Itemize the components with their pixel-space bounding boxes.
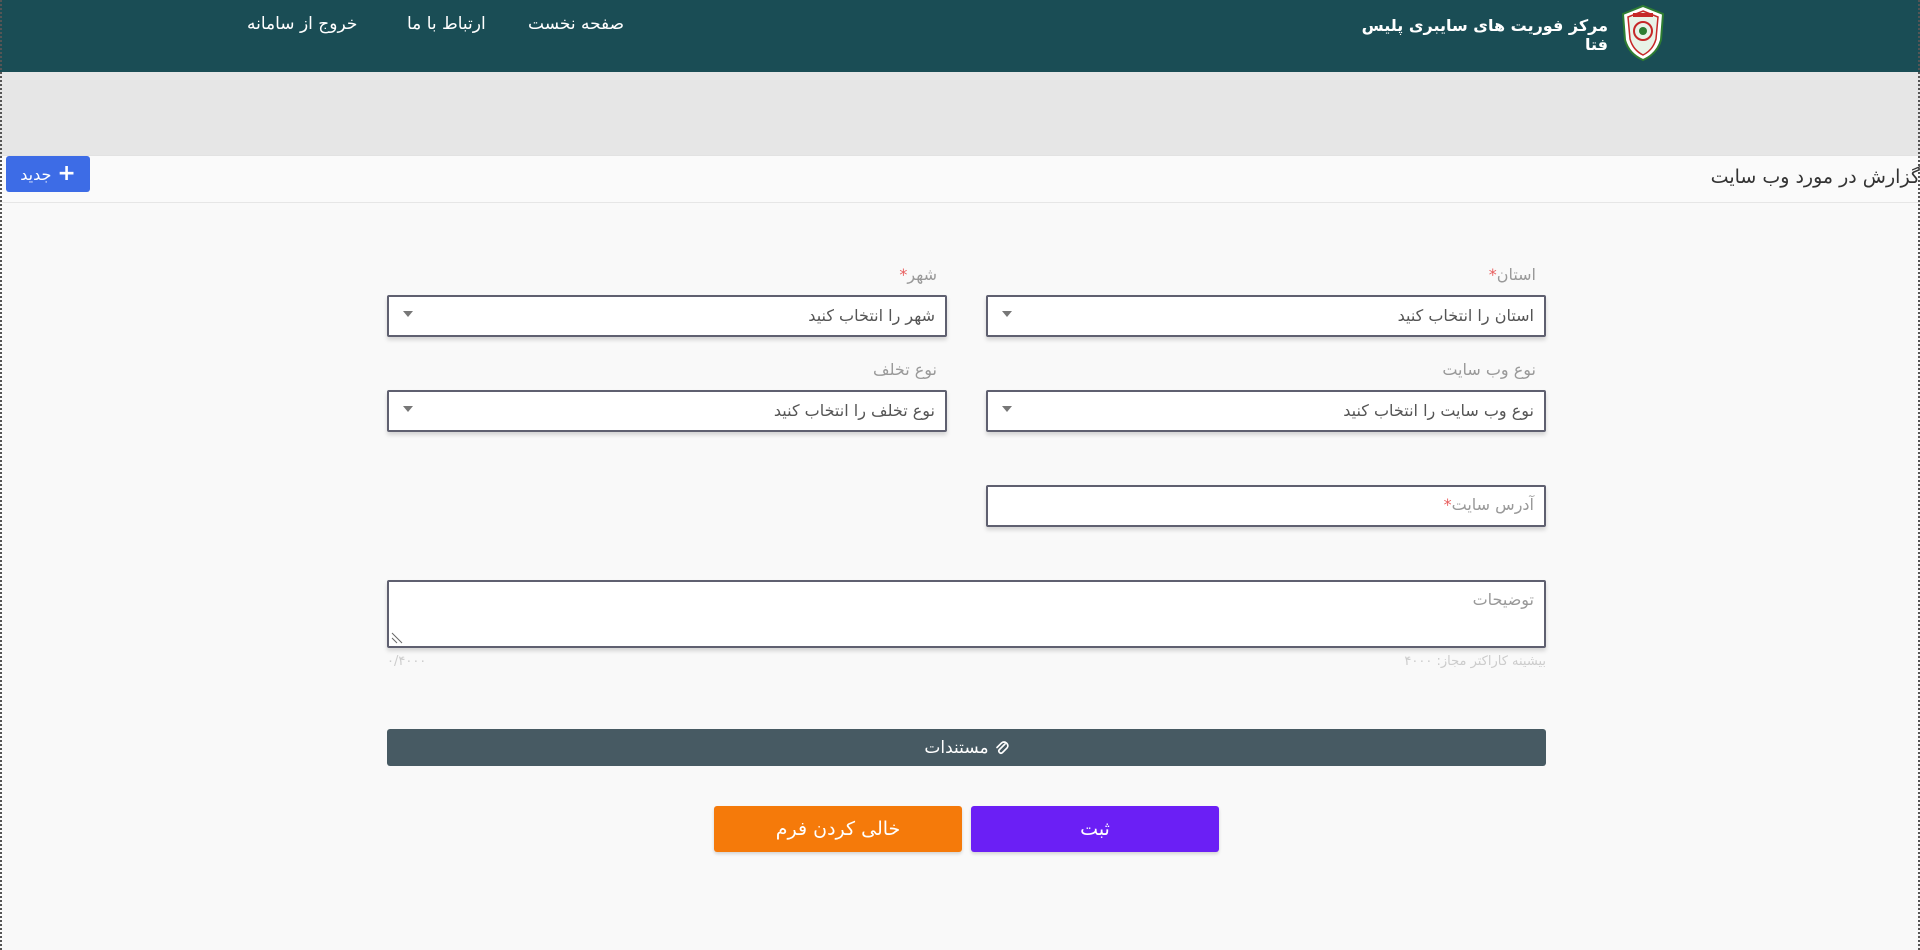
- paperclip-icon: [995, 740, 1009, 754]
- site-address-placeholder-text: آدرس سایت: [1451, 495, 1534, 514]
- documents-button[interactable]: مستندات: [387, 729, 1546, 766]
- description-textarea[interactable]: توضیحات: [387, 580, 1546, 648]
- violation-type-select-value: نوع تخلف را انتخاب کنید: [773, 401, 935, 420]
- required-marker: *: [1443, 495, 1452, 514]
- plus-icon: +: [57, 161, 76, 186]
- clear-form-button[interactable]: خالی کردن فرم: [714, 806, 962, 852]
- website-type-select-value: نوع وب سایت را انتخاب کنید: [1343, 401, 1534, 420]
- site-address-placeholder: آدرس سایت*: [1444, 495, 1534, 514]
- city-label-text: شهر: [907, 265, 937, 284]
- police-logo-icon: [1621, 4, 1665, 62]
- city-label: شهر*: [899, 265, 937, 284]
- caret-down-icon: [403, 406, 413, 412]
- new-button[interactable]: + جدید: [6, 156, 90, 192]
- site-address-input[interactable]: آدرس سایت*: [986, 485, 1546, 527]
- documents-label: مستندات: [924, 737, 989, 758]
- page-title-bar: گزارش در مورد وب سایت: [0, 155, 1920, 203]
- violation-type-label: نوع تخلف: [873, 360, 937, 379]
- province-label-text: استان: [1496, 265, 1536, 284]
- new-button-label: جدید: [20, 164, 52, 184]
- resize-handle-icon[interactable]: [391, 632, 403, 644]
- province-label: استان*: [1489, 265, 1536, 284]
- header-spacer: [0, 72, 1920, 155]
- caret-down-icon: [1002, 406, 1012, 412]
- max-characters-hint: بیشینه کاراکتر مجاز: ۴۰۰۰: [1404, 654, 1546, 669]
- character-counter: ۰/۴۰۰۰: [387, 654, 427, 669]
- caret-down-icon: [403, 311, 413, 317]
- description-placeholder: توضیحات: [1472, 590, 1534, 609]
- violation-type-select[interactable]: نوع تخلف را انتخاب کنید: [387, 390, 947, 432]
- nav-logout-link[interactable]: خروج از سامانه: [247, 14, 357, 34]
- top-navbar: مرکز فوریت های سایبری پلیس فتا صفحه نخست…: [0, 0, 1920, 72]
- website-type-select[interactable]: نوع وب سایت را انتخاب کنید: [986, 390, 1546, 432]
- page-title: گزارش در مورد وب سایت: [1710, 166, 1920, 188]
- province-select[interactable]: استان را انتخاب کنید: [986, 295, 1546, 337]
- nav-contact-link[interactable]: ارتباط با ما: [407, 14, 486, 34]
- submit-button[interactable]: ثبت: [971, 806, 1219, 852]
- site-title: مرکز فوریت های سایبری پلیس فتا: [1361, 16, 1608, 54]
- required-marker: *: [1488, 265, 1497, 284]
- city-select-value: شهر را انتخاب کنید: [808, 306, 935, 325]
- caret-down-icon: [1002, 311, 1012, 317]
- website-type-label: نوع وب سایت: [1442, 360, 1536, 379]
- province-select-value: استان را انتخاب کنید: [1397, 306, 1534, 325]
- city-select[interactable]: شهر را انتخاب کنید: [387, 295, 947, 337]
- nav-home-link[interactable]: صفحه نخست: [528, 14, 624, 34]
